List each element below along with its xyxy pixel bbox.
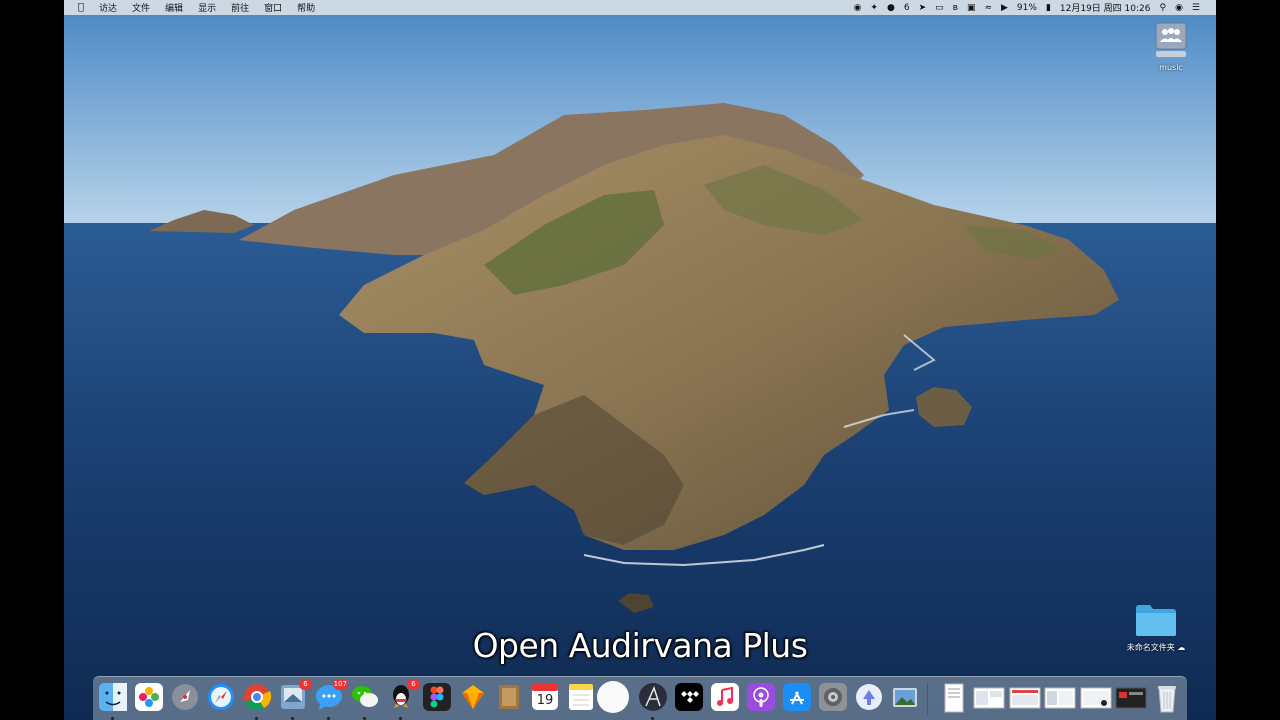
menu-finder[interactable]: 访达	[99, 1, 117, 14]
input-method-icon[interactable]: ▣	[967, 3, 976, 13]
music-icon[interactable]	[710, 682, 740, 712]
menu-window[interactable]: 窗口	[264, 1, 282, 14]
network-drive-icon	[1155, 22, 1187, 60]
battery-percent[interactable]: 91%	[1017, 3, 1037, 13]
launchpad-icon[interactable]	[170, 682, 200, 712]
notification-badge: 6	[407, 679, 420, 690]
bluetooth-icon[interactable]: в	[953, 3, 958, 13]
menu-view[interactable]: 显示	[198, 1, 216, 14]
chrome-icon[interactable]	[242, 682, 272, 712]
figma-icon[interactable]	[422, 682, 452, 712]
video-caption: Open Audirvana Plus	[472, 626, 808, 665]
preview-icon[interactable]	[890, 682, 920, 712]
qq-icon[interactable]: 6	[386, 679, 420, 712]
drive-label: music	[1159, 63, 1183, 72]
screenshot-thumbnail-icon[interactable]	[1115, 683, 1147, 713]
spotlight-icon[interactable]: ⚲	[1159, 3, 1166, 13]
volume-icon[interactable]: ▶	[1001, 3, 1008, 13]
system-preferences-icon[interactable]	[818, 682, 848, 712]
photos-icon[interactable]	[134, 682, 164, 712]
airplay-icon[interactable]: ▭	[935, 3, 944, 13]
tidal-icon[interactable]	[674, 682, 704, 712]
menu-file[interactable]: 文件	[132, 1, 150, 14]
document-thumbnail-icon[interactable]	[938, 683, 970, 713]
dock-separator	[927, 683, 928, 715]
record-icon[interactable]: ◉	[854, 3, 862, 13]
audirvana-icon[interactable]	[638, 682, 668, 712]
calendar-icon[interactable]: 19	[530, 682, 560, 712]
screenshot-thumbnail-icon[interactable]	[973, 683, 1005, 713]
apple-icon[interactable]: 	[78, 2, 84, 13]
dock: 6 107 6 19	[93, 676, 1187, 720]
clock[interactable]: 12月19日 周四 10:26	[1060, 1, 1151, 14]
calendar-date: 19	[536, 693, 554, 708]
messages-icon[interactable]: 107	[314, 679, 348, 712]
sketch-icon[interactable]	[458, 682, 488, 712]
menu-bar:  访达 文件 编辑 显示 前往 窗口 帮助 ◉ ✦ ●6 ➤ ▭ в ▣ ≈ …	[64, 0, 1216, 15]
finder-icon[interactable]	[98, 682, 128, 712]
notification-center-icon[interactable]: ☰	[1192, 3, 1200, 13]
bell-icon[interactable]: ● 6	[887, 3, 910, 13]
desktop-drive-music[interactable]: music	[1152, 22, 1190, 72]
menu-go[interactable]: 前往	[231, 1, 249, 14]
menu-edit[interactable]: 编辑	[165, 1, 183, 14]
safari-icon[interactable]	[206, 682, 236, 712]
battery-icon: ▮	[1045, 2, 1051, 13]
siri-icon[interactable]: ◉	[1175, 3, 1183, 13]
notification-badge: 6	[299, 679, 312, 690]
wechat-icon[interactable]	[350, 682, 380, 712]
bird-icon[interactable]: ✦	[870, 3, 878, 13]
send-icon[interactable]: ➤	[919, 3, 927, 13]
screenshot-thumbnail-icon[interactable]	[1080, 683, 1112, 713]
status-badge-count: 6	[903, 2, 910, 13]
notes-icon[interactable]	[566, 682, 596, 712]
mail-preview-icon[interactable]: 6	[278, 679, 312, 712]
podcasts-icon[interactable]	[746, 682, 776, 712]
blank-app-icon[interactable]	[596, 680, 630, 714]
notification-badge: 107	[332, 679, 348, 690]
trash-icon[interactable]	[1151, 683, 1183, 713]
feedback-icon[interactable]	[854, 682, 884, 712]
screenshot-thumbnail-icon[interactable]	[1009, 683, 1041, 713]
desktop-screen:  访达 文件 编辑 显示 前往 窗口 帮助 ◉ ✦ ●6 ➤ ▭ в ▣ ≈ …	[64, 0, 1216, 720]
menu-help[interactable]: 帮助	[297, 1, 315, 14]
wallpaper	[64, 15, 1216, 720]
screenshot-thumbnail-icon[interactable]	[1044, 683, 1076, 713]
notefile-icon[interactable]	[494, 682, 524, 712]
wifi-icon[interactable]: ≈	[984, 3, 992, 13]
app-store-icon[interactable]	[782, 682, 812, 712]
